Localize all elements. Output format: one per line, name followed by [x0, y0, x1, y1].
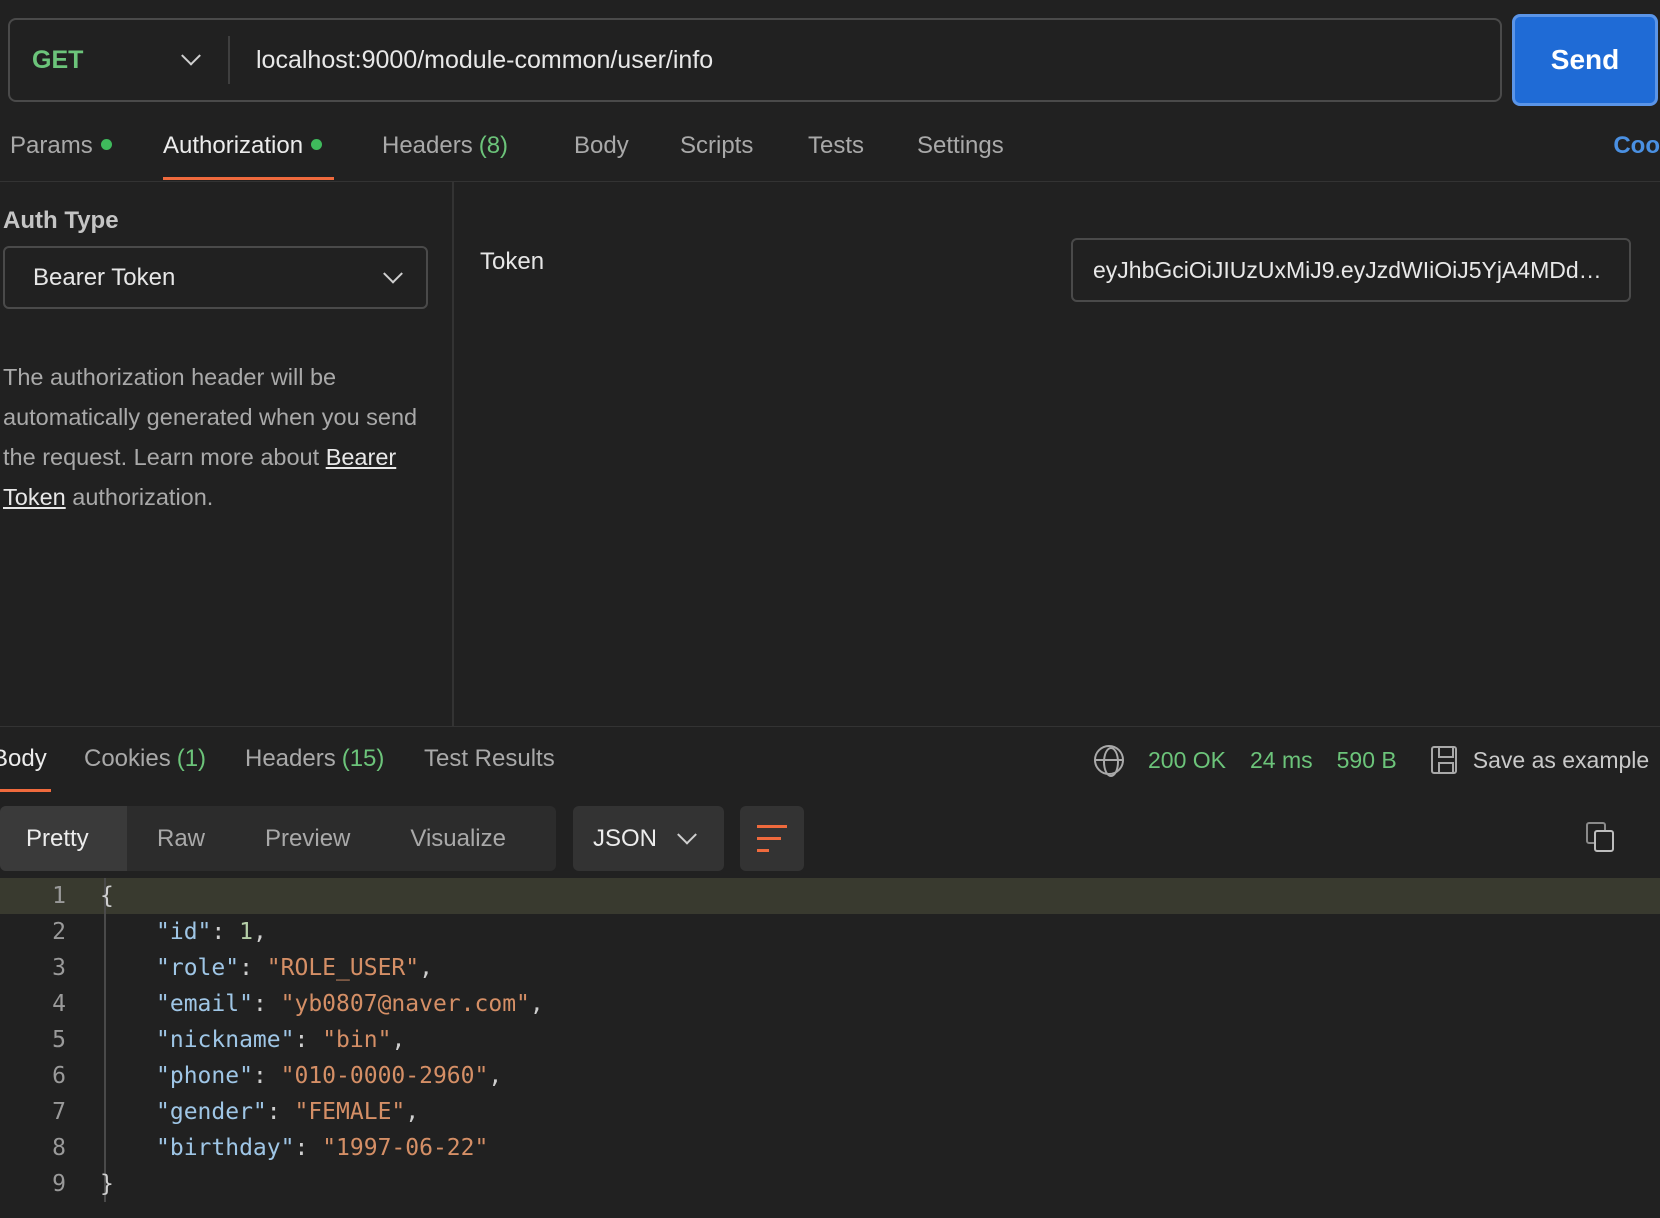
active-tab-underline [163, 177, 334, 180]
method-select[interactable]: GET [10, 36, 230, 84]
auth-type-value: Bearer Token [33, 263, 176, 291]
indent-guide [66, 986, 106, 1022]
code-text: "gender": "FEMALE", [156, 1099, 420, 1125]
line-number: 3 [52, 955, 66, 981]
code-line: 4 "email": "yb0807@naver.com", [0, 986, 1660, 1022]
active-tab-underline [0, 789, 51, 792]
tab-scripts[interactable]: Scripts [680, 132, 753, 160]
code-line: 6 "phone": "010-0000-2960", [0, 1058, 1660, 1094]
tab-body[interactable]: Body [574, 132, 629, 160]
view-mode-group: Pretty Raw Preview Visualize [0, 806, 556, 871]
tab-params[interactable]: Params [10, 132, 112, 160]
code-line: 8 "birthday": "1997-06-22" [0, 1130, 1660, 1166]
code-line: 2 "id": 1, [0, 914, 1660, 950]
tab-response-headers[interactable]: Headers (15) [245, 745, 384, 773]
indent-guide [66, 1130, 106, 1166]
send-button[interactable]: Send [1512, 14, 1658, 106]
line-number: 5 [52, 1027, 66, 1053]
code-line: 7 "gender": "FEMALE", [0, 1094, 1660, 1130]
line-number: 4 [52, 991, 66, 1017]
view-raw-button[interactable]: Raw [127, 806, 235, 871]
tab-test-results[interactable]: Test Results [424, 745, 555, 773]
copy-icon[interactable] [1586, 822, 1618, 854]
auth-type-label: Auth Type [3, 207, 119, 234]
code-text: } [100, 1171, 114, 1197]
code-text: "email": "yb0807@naver.com", [156, 991, 544, 1017]
code-text: "phone": "010-0000-2960", [156, 1063, 503, 1089]
tab-tests[interactable]: Tests [808, 132, 864, 160]
response-status: 200 OK 24 ms 590 B Save as example [1094, 745, 1649, 777]
indent-guide [66, 914, 106, 950]
cookies-link[interactable]: Coo [1613, 132, 1660, 160]
active-dot-icon [311, 139, 323, 151]
line-number: 1 [52, 883, 66, 909]
code-text: "birthday": "1997-06-22" [156, 1135, 489, 1161]
url-input[interactable] [230, 20, 1500, 100]
auth-settings-panel: Auth Type Bearer Token The authorization… [0, 182, 454, 727]
line-number: 7 [52, 1099, 66, 1125]
auth-description: The authorization header will be automat… [3, 364, 418, 510]
chevron-down-icon [383, 263, 403, 284]
indent-guide [66, 1022, 106, 1058]
code-text: "id": 1, [156, 919, 267, 945]
line-number: 8 [52, 1135, 66, 1161]
format-select[interactable]: JSON [573, 806, 724, 871]
code-line: 9} [0, 1166, 1660, 1202]
format-value: JSON [593, 824, 658, 852]
line-number: 6 [52, 1063, 66, 1089]
tab-settings[interactable]: Settings [917, 132, 1004, 160]
save-icon[interactable] [1430, 746, 1457, 774]
code-text: "nickname": "bin", [156, 1027, 406, 1053]
active-dot-icon [100, 139, 112, 151]
wrap-lines-button[interactable] [740, 806, 804, 871]
line-number: 9 [52, 1171, 66, 1197]
method-label: GET [32, 45, 84, 74]
globe-icon[interactable] [1094, 745, 1124, 777]
code-line: 1{ [0, 878, 1660, 914]
response-tabs: Body Cookies (1) Headers (15) Test Results… [0, 726, 1660, 792]
line-number: 2 [52, 919, 66, 945]
tab-response-cookies[interactable]: Cookies (1) [84, 745, 206, 773]
token-value: eyJhbGciOiJIUzUxMiJ9.eyJzdWIiOiJ5YjA4MDd… [1093, 256, 1609, 283]
status-code[interactable]: 200 OK [1148, 747, 1226, 774]
tab-headers[interactable]: Headers (8) [382, 132, 508, 160]
code-text: { [100, 883, 114, 909]
request-tabs: Params Authorization Headers (8) Body Scr… [0, 118, 1660, 182]
code-text: "role": "ROLE_USER", [156, 955, 433, 981]
response-time[interactable]: 24 ms [1250, 747, 1313, 774]
token-input[interactable]: eyJhbGciOiJIUzUxMiJ9.eyJzdWIiOiJ5YjA4MDd… [1071, 238, 1631, 302]
indent-guide [66, 1058, 106, 1094]
view-preview-button[interactable]: Preview [235, 806, 380, 871]
chevron-down-icon [181, 45, 201, 66]
indent-guide [66, 1094, 106, 1130]
view-pretty-button[interactable]: Pretty [0, 806, 127, 871]
tab-response-body[interactable]: Body [0, 745, 47, 773]
auth-type-select[interactable]: Bearer Token [3, 246, 428, 309]
url-bar: GET [8, 18, 1502, 102]
tab-authorization[interactable]: Authorization [163, 132, 323, 160]
code-line: 3 "role": "ROLE_USER", [0, 950, 1660, 986]
token-label: Token [480, 248, 545, 275]
indent-guide [66, 950, 106, 986]
save-as-example-button[interactable]: Save as example [1473, 747, 1649, 774]
code-line: 5 "nickname": "bin", [0, 1022, 1660, 1058]
view-visualize-button[interactable]: Visualize [380, 806, 536, 871]
response-size[interactable]: 590 B [1337, 747, 1397, 774]
response-body-editor[interactable]: 1{2 "id": 1, 3 "role": "ROLE_USER", 4 "email"… [0, 878, 1660, 1218]
chevron-down-icon [677, 824, 697, 845]
